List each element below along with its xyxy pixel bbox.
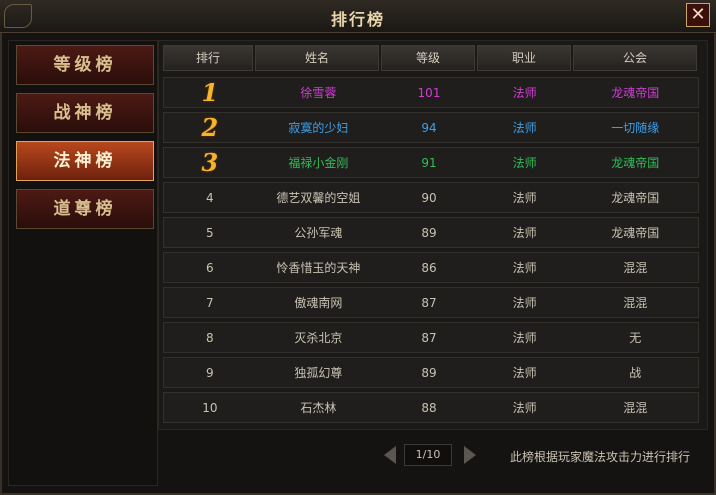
level-cell: 87 (421, 295, 437, 310)
level-cell: 90 (421, 190, 437, 205)
rank-cell: 8 (206, 330, 214, 345)
job-cell: 法师 (512, 86, 537, 100)
level-cell: 89 (421, 365, 437, 380)
guild-cell: 混混 (623, 401, 648, 415)
guild-cell: 龙魂帝国 (611, 156, 660, 170)
table-body: 1 徐雪蓉 101 法师 龙魂帝国 2 寂寞的少妇 94 法师 一切随缘 3 福禄小金刚 91 法师 龙魂帝… (163, 77, 699, 427)
job-cell: 法师 (512, 261, 537, 275)
sidebar-item-level-rank[interactable]: 等级榜 (16, 45, 154, 85)
job-cell: 法师 (512, 226, 537, 240)
name-cell: 寂寞的少妇 (288, 121, 349, 135)
table-row[interactable]: 7 傲魂南网 87 法师 混混 (163, 287, 699, 318)
name-cell: 德艺双馨的空姐 (276, 191, 361, 205)
rank-cell: 1 (201, 78, 219, 107)
job-cell: 法师 (512, 401, 537, 415)
rank-cell: 10 (202, 400, 218, 415)
level-cell: 86 (421, 260, 437, 275)
header-rank: 排行 (163, 45, 253, 71)
guild-cell: 龙魂帝国 (611, 226, 660, 240)
rank-cell: 6 (206, 260, 214, 275)
level-cell: 89 (421, 225, 437, 240)
job-cell: 法师 (512, 121, 537, 135)
name-cell: 公孙军魂 (294, 226, 343, 240)
table-row[interactable]: 8 灭杀北京 87 法师 无 (163, 322, 699, 353)
guild-cell: 无 (629, 331, 642, 345)
table-row[interactable]: 2 寂寞的少妇 94 法师 一切随缘 (163, 112, 699, 143)
prev-page-icon[interactable] (384, 446, 396, 464)
header-guild: 公会 (573, 45, 697, 71)
job-cell: 法师 (512, 191, 537, 205)
rank-cell: 2 (201, 113, 219, 142)
title-bar: 排行榜 ✕ (0, 0, 716, 33)
header-level: 等级 (381, 45, 475, 71)
name-cell: 徐雪蓉 (300, 86, 337, 100)
guild-cell: 一切随缘 (611, 121, 660, 135)
job-cell: 法师 (512, 156, 537, 170)
table-row[interactable]: 5 公孙军魂 89 法师 龙魂帝国 (163, 217, 699, 248)
close-button[interactable]: ✕ (686, 3, 710, 27)
guild-cell: 战 (629, 366, 642, 380)
guild-cell: 混混 (623, 296, 648, 310)
table-row[interactable]: 6 怜香惜玉的天神 86 法师 混混 (163, 252, 699, 283)
leaderboard-sidebar: 等级榜 战神榜 法神榜 道尊榜 (8, 40, 158, 486)
ranking-table: 排行 姓名 等级 职业 公会 1 徐雪蓉 101 法师 龙魂帝国 2 寂寞的少妇 94 法师 一切… (158, 40, 708, 430)
rank-cell: 5 (206, 225, 214, 240)
name-cell: 傲魂南网 (294, 296, 343, 310)
next-page-icon[interactable] (464, 446, 476, 464)
level-cell: 94 (421, 120, 437, 135)
level-cell: 88 (421, 400, 437, 415)
rank-cell: 3 (201, 148, 219, 177)
table-header: 排行 姓名 等级 职业 公会 (163, 45, 699, 71)
rank-cell: 4 (206, 190, 214, 205)
sidebar-item-warrior-rank[interactable]: 战神榜 (16, 93, 154, 133)
table-row[interactable]: 9 独孤幻尊 89 法师 战 (163, 357, 699, 388)
name-cell: 独孤幻尊 (294, 366, 343, 380)
rank-cell: 7 (206, 295, 214, 310)
guild-cell: 龙魂帝国 (611, 191, 660, 205)
level-cell: 101 (417, 85, 441, 100)
guild-cell: 混混 (623, 261, 648, 275)
table-row[interactable]: 4 德艺双馨的空姐 90 法师 龙魂帝国 (163, 182, 699, 213)
table-row[interactable]: 1 徐雪蓉 101 法师 龙魂帝国 (163, 77, 699, 108)
header-name: 姓名 (255, 45, 379, 71)
job-cell: 法师 (512, 331, 537, 345)
ranking-note: 此榜根据玩家魔法攻击力进行排行 (510, 450, 691, 464)
sidebar-item-mage-rank[interactable]: 法神榜 (16, 141, 154, 181)
table-row[interactable]: 3 福禄小金刚 91 法师 龙魂帝国 (163, 147, 699, 178)
sidebar-item-taoist-rank[interactable]: 道尊榜 (16, 189, 154, 229)
name-cell: 怜香惜玉的天神 (276, 261, 361, 275)
page-indicator: 1/10 (404, 444, 452, 466)
pagination-footer: 1/10 此榜根据玩家魔法攻击力进行排行 (158, 436, 706, 476)
level-cell: 91 (421, 155, 437, 170)
header-job: 职业 (477, 45, 571, 71)
name-cell: 石杰林 (300, 401, 337, 415)
name-cell: 福禄小金刚 (288, 156, 349, 170)
guild-cell: 龙魂帝国 (611, 86, 660, 100)
level-cell: 87 (421, 330, 437, 345)
table-row[interactable]: 10 石杰林 88 法师 混混 (163, 392, 699, 423)
name-cell: 灭杀北京 (294, 331, 343, 345)
window-title: 排行榜 (330, 10, 385, 29)
job-cell: 法师 (512, 366, 537, 380)
rank-cell: 9 (206, 365, 214, 380)
job-cell: 法师 (512, 296, 537, 310)
